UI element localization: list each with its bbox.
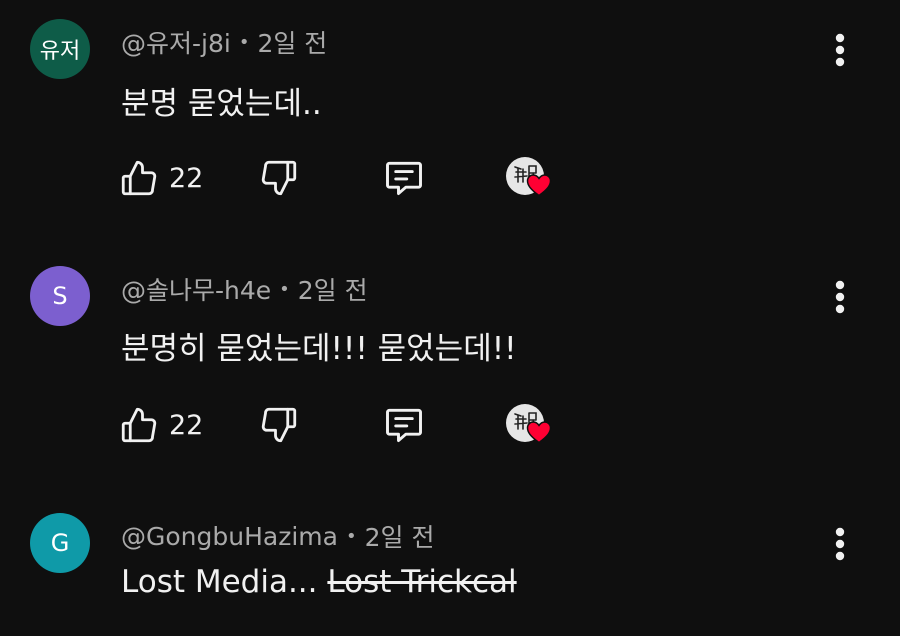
creator-heart xyxy=(502,400,554,450)
comment-text-strikethrough: Lost Trickcal xyxy=(327,564,517,600)
like-button[interactable]: 22 xyxy=(118,153,203,203)
more-options-button[interactable] xyxy=(826,275,854,319)
dislike-button[interactable] xyxy=(258,400,300,450)
comment-text: 분명히 묻었는데!!! 묻었는데!! xyxy=(121,331,517,367)
comment-time: 2일 전 xyxy=(257,29,328,58)
author-handle[interactable]: @솔나무-h4e xyxy=(121,271,271,307)
reply-button[interactable] xyxy=(382,400,426,450)
reply-icon xyxy=(386,408,422,443)
comment-text: 분명 묻었는데.. xyxy=(121,86,322,122)
creator-heart-icon xyxy=(526,421,552,444)
avatar[interactable]: G xyxy=(30,513,90,573)
comment-meta: @솔나무-h4e • 2일 전 xyxy=(121,271,368,307)
more-options-button[interactable] xyxy=(826,522,854,566)
comment-time: 2일 전 xyxy=(364,523,435,552)
more-vert-icon xyxy=(835,527,845,561)
avatar[interactable]: S xyxy=(30,266,90,326)
comment-meta: @GongbuHazima • 2일 전 xyxy=(121,518,434,554)
author-handle[interactable]: @GongbuHazima xyxy=(121,522,338,551)
comment-time: 2일 전 xyxy=(297,276,368,305)
thumbs-up-icon xyxy=(121,407,157,443)
comment-meta: @유저-j8i • 2일 전 xyxy=(121,24,327,60)
more-options-button[interactable] xyxy=(826,28,854,72)
reply-button[interactable] xyxy=(382,153,426,203)
thumbs-up-icon xyxy=(121,160,157,196)
more-vert-icon xyxy=(835,33,845,67)
comment-text: Lost Media... Lost Trickcal xyxy=(121,564,517,600)
reply-icon xyxy=(386,161,422,196)
avatar[interactable]: 유저 xyxy=(30,19,90,79)
like-button[interactable]: 22 xyxy=(118,400,203,450)
author-handle[interactable]: @유저-j8i xyxy=(121,24,231,60)
meta-separator: • xyxy=(279,278,290,300)
creator-heart xyxy=(502,153,554,203)
comment-text-plain: Lost Media... xyxy=(121,564,318,600)
meta-separator: • xyxy=(238,31,250,53)
dislike-button[interactable] xyxy=(258,153,300,203)
creator-heart-icon xyxy=(526,174,552,197)
more-vert-icon xyxy=(835,280,845,314)
thumbs-down-icon xyxy=(261,407,297,443)
like-count: 22 xyxy=(169,162,204,194)
like-count: 22 xyxy=(169,409,204,441)
meta-separator: • xyxy=(345,525,357,547)
thumbs-down-icon xyxy=(261,160,297,196)
